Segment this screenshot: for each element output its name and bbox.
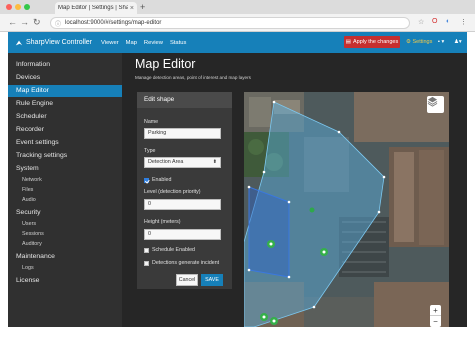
zoom-in-button[interactable]: +	[430, 305, 441, 316]
map-view[interactable]: + −	[244, 92, 449, 327]
sidebar-item-network[interactable]: Network	[8, 177, 122, 183]
satellite-imagery	[244, 92, 449, 327]
new-tab-icon[interactable]: +	[140, 2, 145, 12]
close-window-icon[interactable]	[6, 4, 12, 10]
type-select[interactable]: Detection Area ⬍	[144, 157, 221, 168]
camera-marker-icon[interactable]	[267, 240, 275, 248]
sidebar-item-scheduler[interactable]: Scheduler	[8, 111, 122, 123]
level-input[interactable]: 0	[144, 199, 221, 210]
close-tab-icon[interactable]: ×	[128, 5, 134, 12]
nav-map[interactable]: Map	[126, 40, 137, 46]
sidebar-item-files[interactable]: Files	[8, 187, 122, 193]
height-label: Height (meters)	[144, 219, 181, 225]
sidebar-item-event-settings[interactable]: Event settings	[8, 137, 122, 149]
top-nav: Viewer Map Review Status	[101, 40, 193, 46]
tab-title: Map Editor | Settings | Sharp…	[58, 5, 128, 11]
nav-review[interactable]: Review	[144, 40, 163, 46]
page-subtitle: Manage detection areas, point of interes…	[135, 75, 251, 80]
logo-icon	[15, 40, 23, 45]
sidebar: Information Devices Map Editor Rule Engi…	[8, 53, 122, 327]
edit-shape-panel: Edit shape Name Parking Type Detection A…	[137, 92, 232, 289]
sidebar-item-license[interactable]: License	[8, 275, 122, 287]
page-title: Map Editor	[135, 57, 196, 71]
address-bar: ← → ↻ ⓘ localhost:9000/#/settings/map-ed…	[0, 14, 475, 32]
incident-label: Detections generate incident	[152, 260, 220, 266]
extension-icon[interactable]: ◐	[446, 18, 450, 25]
sidebar-item-information[interactable]: Information	[8, 59, 122, 71]
star-icon[interactable]: ☆	[418, 18, 424, 26]
settings-link[interactable]: ⚙ Settings	[406, 39, 432, 45]
sidebar-item-tracking-settings[interactable]: Tracking settings	[8, 150, 122, 162]
sidebar-item-users[interactable]: Users	[8, 221, 122, 227]
app-header: SharpView Controller Viewer Map Review S…	[8, 32, 467, 53]
opera-icon[interactable]: O	[432, 18, 437, 25]
layers-button[interactable]	[427, 96, 444, 113]
url-text: localhost:9000/#/settings/map-editor	[65, 20, 162, 26]
sidebar-item-map-editor[interactable]: Map Editor	[8, 85, 122, 97]
type-label: Type	[144, 148, 156, 154]
cancel-button[interactable]: Cancel	[176, 274, 198, 286]
reload-icon[interactable]: ↻	[33, 17, 41, 28]
schedule-checkbox[interactable]	[144, 248, 149, 253]
incident-checkbox[interactable]	[144, 261, 149, 266]
name-input[interactable]: Parking	[144, 128, 221, 139]
save-button[interactable]: SAVE	[201, 274, 223, 286]
user-menu-icon[interactable]: ♟▾	[454, 39, 462, 45]
enabled-label: Enabled	[152, 177, 172, 183]
schedule-label: Schedule Enabled	[152, 247, 195, 253]
sidebar-item-recorder[interactable]: Recorder	[8, 124, 122, 136]
sidebar-item-auditory[interactable]: Auditory	[8, 241, 122, 247]
brand[interactable]: SharpView Controller	[15, 39, 92, 47]
selected-shape[interactable]	[248, 186, 290, 278]
layers-icon	[427, 96, 438, 107]
camera-marker-icon[interactable]	[260, 313, 268, 321]
language-selector[interactable]: ▪ ▾	[438, 39, 444, 45]
sidebar-item-devices[interactable]: Devices	[8, 72, 122, 84]
forward-icon[interactable]: →	[20, 17, 29, 27]
browser-tab[interactable]: Map Editor | Settings | Sharp… ×	[55, 2, 137, 14]
zoom-control: + −	[430, 305, 441, 327]
sidebar-item-maintenance[interactable]: Maintenance	[8, 251, 122, 263]
sidebar-item-system[interactable]: System	[8, 163, 122, 175]
panel-title: Edit shape	[137, 92, 232, 108]
sidebar-item-sessions[interactable]: Sessions	[8, 231, 122, 237]
menu-icon[interactable]: ⋮	[460, 18, 467, 26]
url-input[interactable]: ⓘ localhost:9000/#/settings/map-editor	[50, 17, 410, 29]
apply-changes-button[interactable]: ▤ Apply the changes	[344, 36, 400, 48]
level-label: Level (detection priority)	[144, 189, 201, 195]
brand-name: SharpView Controller	[26, 39, 93, 46]
sidebar-item-audio[interactable]: Audio	[8, 197, 122, 203]
gear-icon: ⚙	[406, 39, 411, 45]
zoom-out-button[interactable]: −	[430, 316, 441, 327]
poi-marker-icon[interactable]	[309, 207, 315, 213]
apply-icon: ▤	[345, 39, 351, 45]
minimize-window-icon[interactable]	[15, 4, 21, 10]
type-value: Detection Area	[148, 159, 184, 165]
height-input[interactable]: 0	[144, 229, 221, 240]
camera-marker-icon[interactable]	[270, 317, 278, 325]
nav-status[interactable]: Status	[170, 40, 186, 46]
nav-viewer[interactable]: Viewer	[101, 40, 119, 46]
enabled-checkbox[interactable]	[144, 178, 149, 183]
browser-tab-bar: Map Editor | Settings | Sharp… × +	[0, 0, 475, 14]
name-label: Name	[144, 119, 159, 125]
back-icon[interactable]: ←	[8, 17, 17, 27]
info-icon[interactable]: ⓘ	[55, 19, 61, 28]
camera-marker-icon[interactable]	[320, 248, 328, 256]
sidebar-item-rule-engine[interactable]: Rule Engine	[8, 98, 122, 110]
sidebar-item-security[interactable]: Security	[8, 207, 122, 219]
select-caret-icon: ⬍	[212, 159, 217, 165]
sidebar-item-logs[interactable]: Logs	[8, 265, 122, 271]
maximize-window-icon[interactable]	[24, 4, 30, 10]
